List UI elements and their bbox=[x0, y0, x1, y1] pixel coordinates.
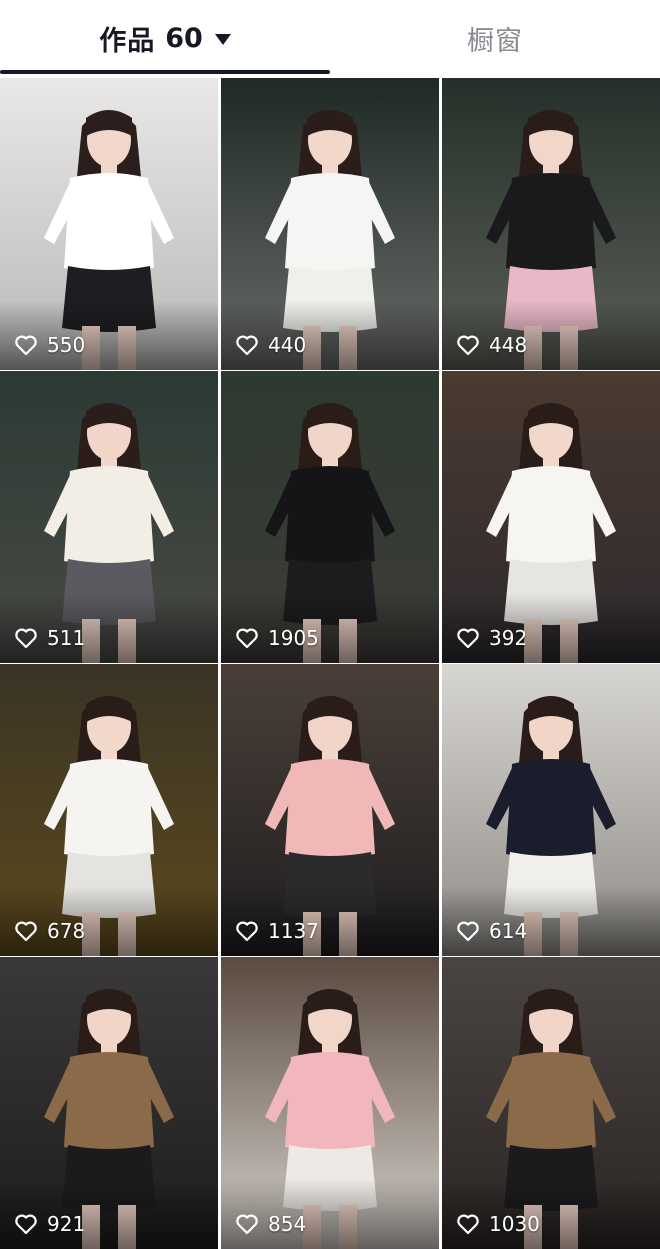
heart-icon bbox=[457, 628, 479, 649]
tab-shop-window[interactable]: 橱窗 bbox=[330, 0, 660, 76]
like-count-value: 1137 bbox=[268, 919, 319, 943]
video-thumbnail[interactable]: 854 bbox=[221, 957, 439, 1249]
like-count-value: 392 bbox=[489, 626, 528, 650]
like-count: 550 bbox=[14, 333, 85, 357]
video-thumbnail[interactable]: 921 bbox=[0, 957, 218, 1249]
heart-icon bbox=[236, 628, 258, 649]
like-count-value: 921 bbox=[47, 1212, 86, 1236]
heart-icon bbox=[457, 335, 479, 356]
heart-icon bbox=[15, 1214, 37, 1235]
like-count: 511 bbox=[14, 626, 85, 650]
heart-icon bbox=[457, 921, 479, 942]
heart-icon bbox=[236, 921, 258, 942]
active-tab-indicator bbox=[0, 70, 330, 74]
like-count: 448 bbox=[456, 333, 527, 357]
video-thumbnail[interactable]: 448 bbox=[442, 78, 660, 370]
like-count: 854 bbox=[235, 1212, 306, 1236]
like-count: 678 bbox=[14, 919, 85, 943]
tab-shop-label: 橱窗 bbox=[467, 25, 523, 57]
like-count-value: 448 bbox=[489, 333, 528, 357]
heart-icon bbox=[236, 335, 258, 356]
tab-works[interactable]: 作品 60 bbox=[0, 0, 330, 76]
like-count-value: 614 bbox=[489, 919, 528, 943]
video-thumbnail[interactable]: 440 bbox=[221, 78, 439, 370]
like-count: 1905 bbox=[235, 626, 319, 650]
like-count: 1137 bbox=[235, 919, 319, 943]
video-thumbnail[interactable]: 1030 bbox=[442, 957, 660, 1249]
like-count-value: 550 bbox=[47, 333, 86, 357]
heart-icon bbox=[15, 628, 37, 649]
tab-works-count: 60 bbox=[165, 22, 203, 54]
caret-down-icon[interactable] bbox=[214, 33, 231, 45]
like-count: 1030 bbox=[456, 1212, 540, 1236]
video-thumbnail[interactable]: 1137 bbox=[221, 664, 439, 956]
like-count: 392 bbox=[456, 626, 527, 650]
video-thumbnail[interactable]: 550 bbox=[0, 78, 218, 370]
heart-icon bbox=[236, 1214, 258, 1235]
video-thumbnail[interactable]: 678 bbox=[0, 664, 218, 956]
video-thumbnail[interactable]: 1905 bbox=[221, 371, 439, 663]
like-count: 440 bbox=[235, 333, 306, 357]
like-count-value: 511 bbox=[47, 626, 86, 650]
like-count: 614 bbox=[456, 919, 527, 943]
heart-icon bbox=[15, 921, 37, 942]
profile-tab-bar: 作品 60 橱窗 bbox=[0, 0, 660, 78]
video-thumbnail[interactable]: 392 bbox=[442, 371, 660, 663]
heart-icon bbox=[457, 1214, 479, 1235]
video-thumbnail[interactable]: 614 bbox=[442, 664, 660, 956]
video-grid: 550 440 448 511 1905 392 678 1137 614 921 854 1030 bbox=[0, 78, 660, 1249]
tab-works-label: 作品 bbox=[99, 25, 156, 57]
like-count: 921 bbox=[14, 1212, 85, 1236]
heart-icon bbox=[15, 335, 37, 356]
like-count-value: 1905 bbox=[268, 626, 319, 650]
like-count-value: 854 bbox=[268, 1212, 307, 1236]
video-thumbnail[interactable]: 511 bbox=[0, 371, 218, 663]
like-count-value: 678 bbox=[47, 919, 86, 943]
like-count-value: 440 bbox=[268, 333, 307, 357]
like-count-value: 1030 bbox=[489, 1212, 540, 1236]
